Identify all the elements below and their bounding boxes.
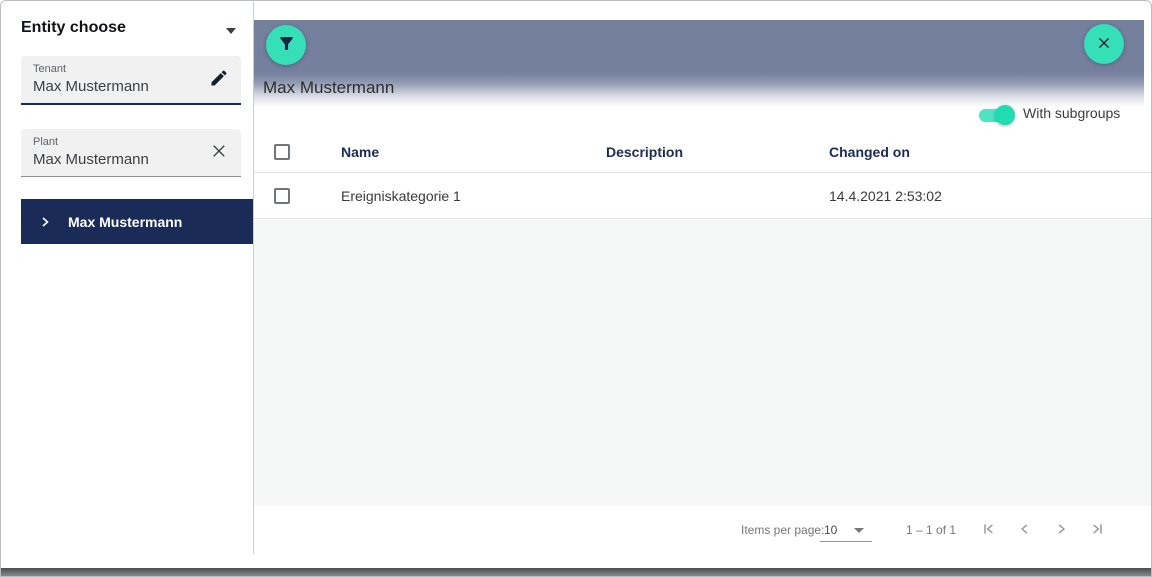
chevron-right-icon[interactable] — [39, 216, 51, 228]
last-page-button[interactable] — [1084, 517, 1110, 543]
items-per-page-label: Items per page: — [741, 523, 825, 537]
plant-field-value: Max Mustermann — [33, 151, 149, 168]
select-caret-icon — [854, 528, 864, 533]
column-header-description[interactable]: Description — [606, 144, 683, 160]
sidebar-title: Entity choose — [21, 19, 126, 36]
page-size-value: 10 — [824, 523, 838, 537]
column-header-name[interactable]: Name — [341, 144, 379, 160]
column-header-changed-on[interactable]: Changed on — [829, 144, 910, 160]
tenant-field[interactable]: Tenant Max Mustermann — [21, 56, 241, 105]
close-button[interactable] — [1084, 24, 1124, 64]
chevron-right-icon — [1054, 522, 1068, 539]
filter-button[interactable] — [266, 25, 306, 65]
app-window: Entity choose Tenant Max Mustermann Plan… — [0, 0, 1152, 577]
previous-page-button[interactable] — [1012, 517, 1038, 543]
main-toolbar — [254, 20, 1144, 73]
table-row[interactable]: Ereigniskategorie 1 14.4.2021 2:53:02 — [254, 173, 1151, 219]
sidebar: Entity choose Tenant Max Mustermann Plan… — [1, 1, 253, 554]
table-empty-area — [254, 220, 1151, 506]
chevron-left-icon — [1018, 522, 1032, 539]
edit-icon — [209, 68, 229, 91]
plant-field-label: Plant — [33, 136, 59, 148]
first-page-icon — [981, 521, 997, 540]
tree-item-label: Max Mustermann — [68, 213, 183, 230]
next-page-button[interactable] — [1048, 517, 1074, 543]
with-subgroups-label: With subgroups — [1023, 105, 1121, 121]
page-title: Max Mustermann — [263, 78, 395, 97]
edit-button[interactable] — [207, 68, 231, 92]
with-subgroups-toggle[interactable] — [979, 105, 1019, 125]
toggle-row: With subgroups — [254, 101, 1146, 127]
clear-button[interactable] — [207, 141, 231, 165]
cell-name: Ereigniskategorie 1 — [341, 187, 461, 204]
sidebar-tree-item[interactable]: Max Mustermann — [21, 199, 253, 244]
cell-changed-on: 14.4.2021 2:53:02 — [829, 187, 942, 204]
filter-icon — [277, 34, 296, 56]
paginator: Items per page: 10 1 – 1 of 1 — [254, 506, 1151, 554]
row-checkbox[interactable] — [274, 187, 290, 204]
toggle-thumb[interactable] — [995, 105, 1015, 125]
page-range-label: 1 – 1 of 1 — [906, 523, 957, 537]
first-page-button[interactable] — [976, 517, 1002, 543]
page-size-select[interactable]: 10 — [820, 518, 872, 542]
tenant-field-value: Max Mustermann — [33, 78, 149, 95]
clear-icon — [210, 142, 228, 163]
select-all-checkbox[interactable] — [274, 143, 290, 160]
last-page-icon — [1089, 521, 1105, 540]
chevron-down-icon[interactable] — [226, 28, 236, 34]
window-bottom-edge — [1, 568, 1151, 576]
table-header-row: Name Description Changed on — [254, 131, 1151, 173]
entity-choose-header[interactable]: Entity choose — [21, 19, 236, 41]
tenant-field-label: Tenant — [33, 63, 67, 75]
plant-field[interactable]: Plant Max Mustermann — [21, 129, 241, 177]
close-icon — [1095, 34, 1113, 55]
